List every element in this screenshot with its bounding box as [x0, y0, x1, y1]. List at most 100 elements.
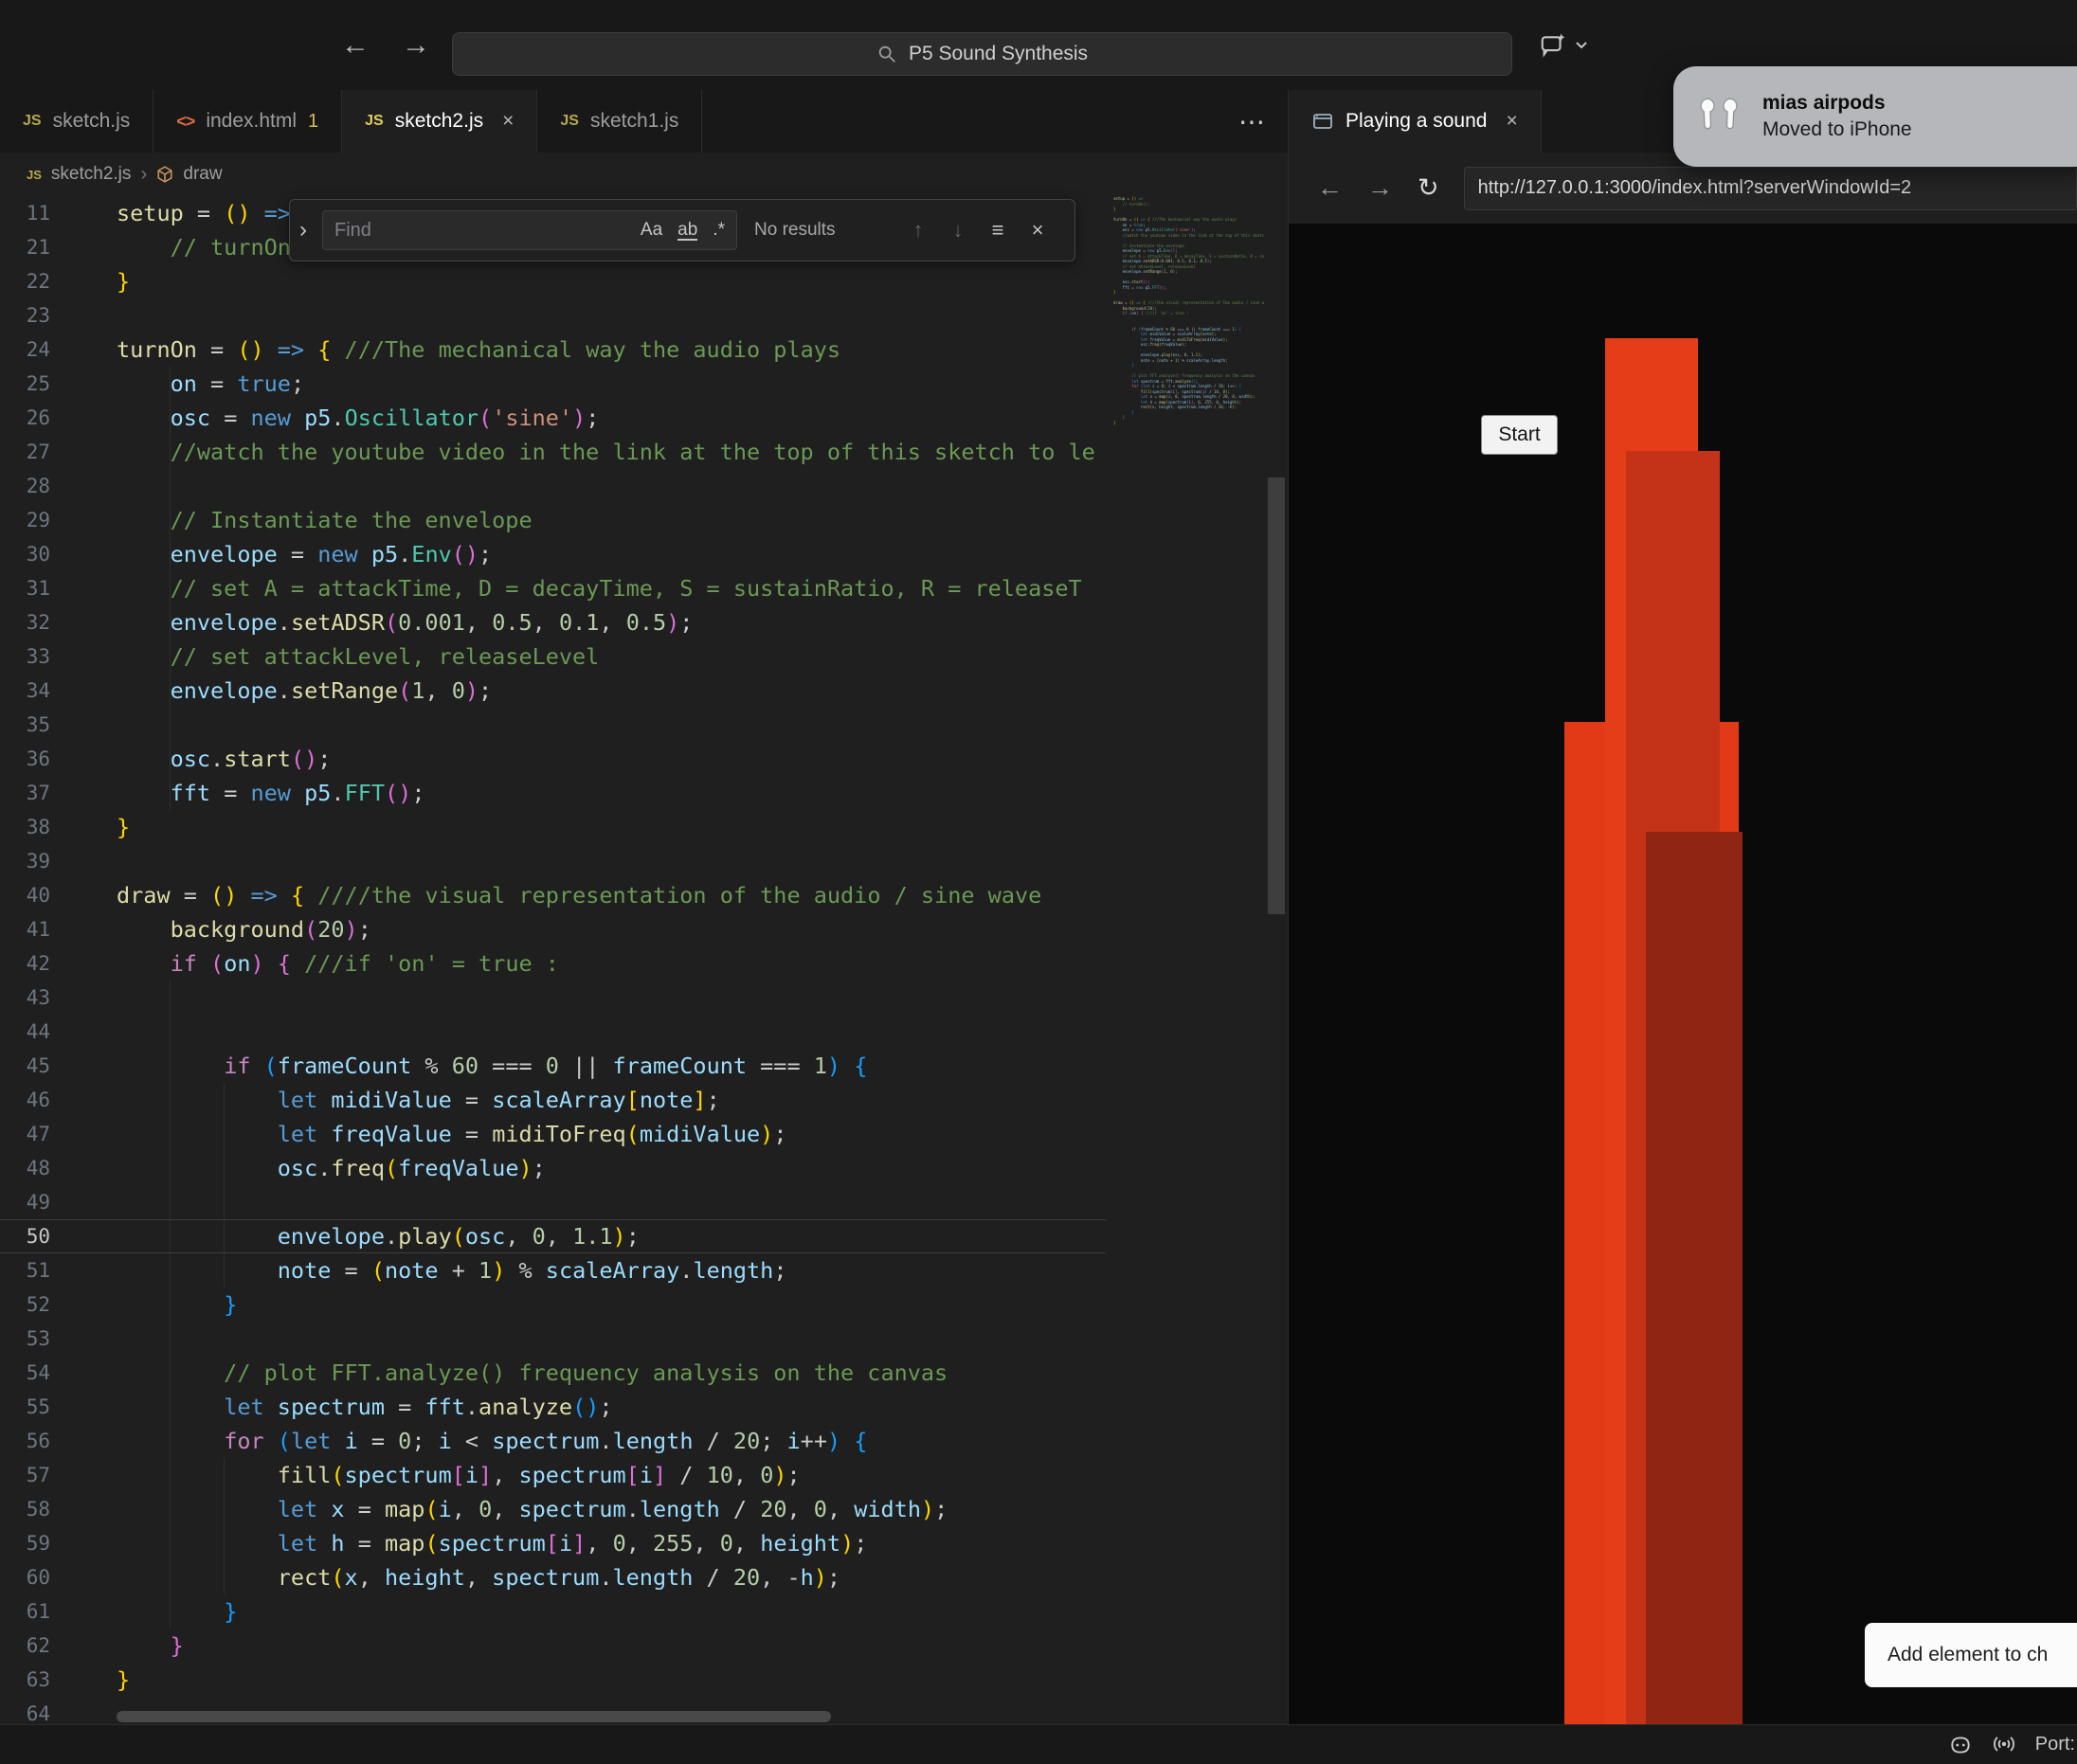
line-number[interactable]: 41	[0, 912, 63, 946]
code-line-29[interactable]: 29 // Instantiate the envelope	[0, 503, 1106, 537]
line-number[interactable]: 57	[0, 1458, 63, 1492]
whole-word-toggle[interactable]: ab	[677, 221, 697, 241]
code-line-48[interactable]: 48 osc.freq(freqValue);	[0, 1151, 1106, 1185]
next-match-button[interactable]: ↓	[938, 218, 978, 243]
history-back-button[interactable]: ←	[341, 29, 370, 62]
line-number[interactable]: 49	[0, 1185, 63, 1219]
line-number[interactable]: 24	[0, 333, 63, 367]
code-line-40[interactable]: 40draw = () => { ////the visual represen…	[0, 878, 1106, 912]
code-line-53[interactable]: 53	[0, 1322, 1106, 1356]
find-input[interactable]: Find Aa ab .*	[322, 210, 737, 250]
line-number[interactable]: 11	[0, 196, 63, 230]
line-number[interactable]: 27	[0, 435, 63, 469]
add-element-to-chat-button[interactable]: Add element to ch	[1865, 1623, 2077, 1687]
code-line-55[interactable]: 55 let spectrum = fft.analyze();	[0, 1390, 1106, 1424]
more-actions-button[interactable]: ⋯	[1220, 90, 1283, 153]
line-number[interactable]: 44	[0, 1015, 63, 1049]
line-number[interactable]: 21	[0, 230, 63, 264]
find-collapse-toggle[interactable]: ›	[290, 200, 316, 261]
line-number[interactable]: 60	[0, 1560, 63, 1594]
command-center-search[interactable]: P5 Sound Synthesis	[452, 32, 1512, 76]
code-line-25[interactable]: 25 on = true;	[0, 367, 1106, 401]
copilot-chat-button[interactable]	[1539, 0, 1588, 90]
line-number[interactable]: 39	[0, 844, 63, 878]
line-number[interactable]: 30	[0, 537, 63, 571]
line-number[interactable]: 64	[0, 1697, 63, 1724]
editor-vertical-scrollbar[interactable]	[1266, 196, 1287, 1724]
line-number[interactable]: 25	[0, 367, 63, 401]
code-line-60[interactable]: 60 rect(x, height, spectrum.length / 20,…	[0, 1560, 1106, 1594]
tab-playing-a-sound[interactable]: Playing a sound ×	[1289, 90, 1542, 153]
code-line-51[interactable]: 51 note = (note + 1) % scaleArray.length…	[0, 1253, 1106, 1287]
code-line-58[interactable]: 58 let x = map(i, 0, spectrum.length / 2…	[0, 1492, 1106, 1526]
code-line-43[interactable]: 43	[0, 981, 1106, 1015]
scrollbar-thumb[interactable]	[1268, 477, 1285, 914]
line-number[interactable]: 50	[0, 1219, 63, 1253]
line-number[interactable]: 31	[0, 571, 63, 605]
code-line-26[interactable]: 26 osc = new p5.Oscillator('sine');	[0, 401, 1106, 435]
line-number[interactable]: 53	[0, 1322, 63, 1356]
editor-horizontal-scrollbar[interactable]	[117, 1711, 831, 1722]
line-number[interactable]: 59	[0, 1526, 63, 1560]
line-number[interactable]: 22	[0, 264, 63, 298]
code-line-32[interactable]: 32 envelope.setADSR(0.001, 0.5, 0.1, 0.5…	[0, 605, 1106, 639]
code-line-39[interactable]: 39	[0, 844, 1106, 878]
match-case-toggle[interactable]: Aa	[641, 220, 662, 241]
code-line-31[interactable]: 31 // set A = attackTime, D = decayTime,…	[0, 571, 1106, 605]
line-number[interactable]: 47	[0, 1117, 63, 1151]
code-line-36[interactable]: 36 osc.start();	[0, 742, 1106, 776]
code-line-33[interactable]: 33 // set attackLevel, releaseLevel	[0, 639, 1106, 674]
code-editor[interactable]: 11setup = () =>21 // turnOn();22}2324tur…	[0, 196, 1288, 1724]
line-number[interactable]: 40	[0, 878, 63, 912]
line-number[interactable]: 26	[0, 401, 63, 435]
ports-broadcast-icon[interactable]	[1992, 1733, 2016, 1757]
line-number[interactable]: 32	[0, 605, 63, 639]
code-line-27[interactable]: 27 //watch the youtube video in the link…	[0, 435, 1106, 469]
code-line-41[interactable]: 41 background(20);	[0, 912, 1106, 946]
line-number[interactable]: 33	[0, 639, 63, 674]
history-forward-button[interactable]: →	[402, 29, 430, 62]
line-number[interactable]: 38	[0, 810, 63, 844]
line-number[interactable]: 51	[0, 1253, 63, 1287]
close-tab-icon[interactable]: ×	[502, 110, 514, 133]
code-line-54[interactable]: 54 // plot FFT.analyze() frequency analy…	[0, 1356, 1106, 1390]
line-number[interactable]: 58	[0, 1492, 63, 1526]
line-number[interactable]: 36	[0, 742, 63, 776]
code-line-24[interactable]: 24turnOn = () => { ///The mechanical way…	[0, 333, 1106, 367]
start-button[interactable]: Start	[1481, 415, 1558, 455]
notification-banner[interactable]: mias airpods Moved to iPhone	[1673, 66, 2077, 167]
code-line-22[interactable]: 22}	[0, 264, 1106, 298]
line-number[interactable]: 61	[0, 1594, 63, 1629]
code-line-49[interactable]: 49	[0, 1185, 1106, 1219]
copilot-icon[interactable]	[1948, 1733, 1973, 1757]
code-line-50[interactable]: 50 envelope.play(osc, 0, 1.1);	[0, 1219, 1106, 1253]
code-line-34[interactable]: 34 envelope.setRange(1, 0);	[0, 674, 1106, 708]
breadcrumb-file[interactable]: sketch2.js	[51, 164, 131, 185]
code-line-52[interactable]: 52 }	[0, 1287, 1106, 1322]
url-input[interactable]: http://127.0.0.1:3000/index.html?serverW…	[1464, 167, 2077, 210]
code-line-38[interactable]: 38}	[0, 810, 1106, 844]
browser-refresh-button[interactable]: ↻	[1418, 173, 1439, 203]
tab-index.html[interactable]: <>index.html1	[154, 90, 342, 153]
close-find-button[interactable]: ×	[1018, 218, 1057, 243]
code-line-28[interactable]: 28	[0, 469, 1106, 503]
code-line-59[interactable]: 59 let h = map(spectrum[i], 0, 255, 0, h…	[0, 1526, 1106, 1560]
code-line-23[interactable]: 23	[0, 298, 1106, 333]
line-number[interactable]: 55	[0, 1390, 63, 1424]
code-line-46[interactable]: 46 let midiValue = scaleArray[note];	[0, 1083, 1106, 1117]
tab-sketch.js[interactable]: JSsketch.js	[0, 90, 154, 153]
line-number[interactable]: 62	[0, 1629, 63, 1663]
previous-match-button[interactable]: ↑	[898, 218, 938, 243]
code-line-62[interactable]: 62 }	[0, 1629, 1106, 1663]
line-number[interactable]: 35	[0, 708, 63, 742]
code-line-56[interactable]: 56 for (let i = 0; i < spectrum.length /…	[0, 1424, 1106, 1458]
code-line-44[interactable]: 44	[0, 1015, 1106, 1049]
line-number[interactable]: 52	[0, 1287, 63, 1322]
tab-sketch1.js[interactable]: JSsketch1.js	[537, 90, 702, 153]
port-label[interactable]: Port:	[2035, 1734, 2075, 1755]
line-number[interactable]: 46	[0, 1083, 63, 1117]
line-number[interactable]: 34	[0, 674, 63, 708]
regex-toggle[interactable]: .*	[713, 220, 725, 241]
line-number[interactable]: 29	[0, 503, 63, 537]
breadcrumb-symbol[interactable]: draw	[183, 164, 222, 185]
